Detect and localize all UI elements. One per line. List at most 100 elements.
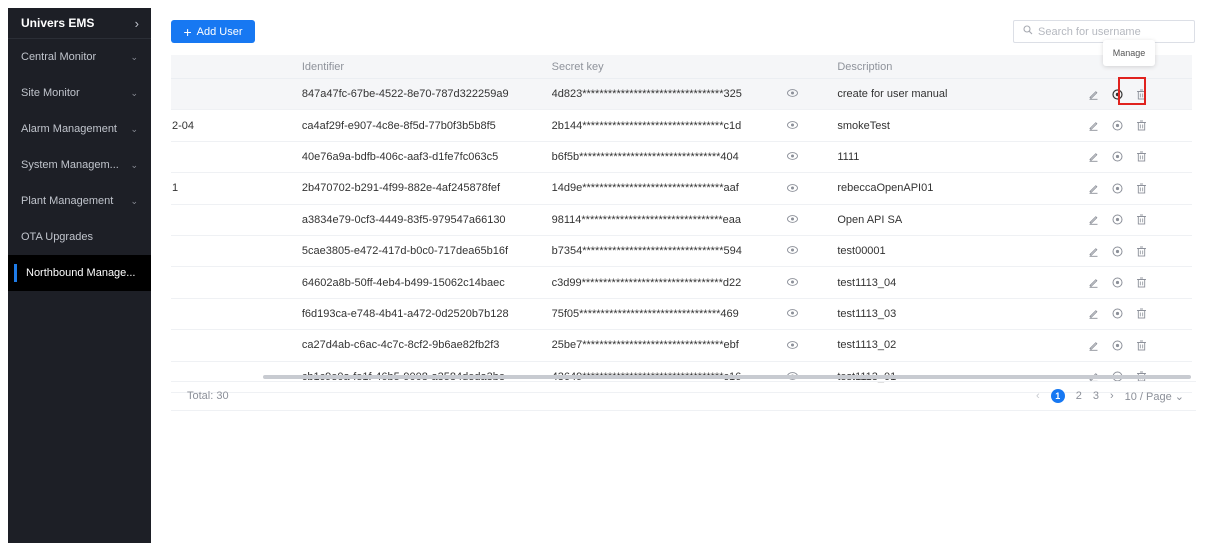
cell-secret-key: c3d99*********************************d2… [551, 276, 742, 289]
page-button[interactable]: 2 [1076, 390, 1082, 402]
sidebar-item-central-monitor[interactable]: Central Monitor ⌄ [8, 39, 151, 75]
manage-icon[interactable] [1112, 183, 1123, 194]
manage-icon[interactable] [1112, 277, 1123, 288]
highlight-box [1118, 77, 1146, 105]
cell-identifier: 2b470702-b291-4f99-882e-4af245878fef [301, 182, 501, 195]
edit-icon[interactable] [1088, 277, 1099, 288]
eye-icon[interactable] [787, 308, 799, 319]
sidebar-item-label: Alarm Management [21, 123, 117, 135]
cell-identifier: ca27d4ab-c6ac-4c7c-8cf2-9b6ae82fb2f3 [301, 339, 500, 352]
cell-description: create for user manual [837, 88, 948, 101]
sidebar-item-system-management[interactable]: System Managem... ⌄ [8, 147, 151, 183]
delete-icon[interactable] [1136, 120, 1147, 131]
manage-icon[interactable] [1112, 151, 1123, 162]
delete-icon[interactable] [1136, 308, 1147, 319]
chevron-down-icon: ⌄ [130, 51, 138, 62]
cell-name-partial: 1 [172, 182, 179, 195]
manage-icon[interactable] [1112, 340, 1123, 351]
delete-icon[interactable] [1136, 183, 1147, 194]
delete-icon[interactable] [1136, 277, 1147, 288]
edit-icon[interactable] [1088, 214, 1099, 226]
horizontal-scrollbar[interactable] [263, 375, 1191, 379]
table-header: Identifier Secret key Description [171, 55, 1192, 79]
next-page-icon[interactable]: › [1110, 390, 1114, 402]
eye-icon[interactable] [787, 214, 799, 225]
sidebar: Univers EMS › Central Monitor ⌄ Site Mon… [8, 8, 151, 543]
eye-icon[interactable] [787, 151, 799, 162]
cell-description: 1111 [837, 150, 860, 163]
total-count: Total: 30 [187, 390, 229, 402]
cell-identifier: a3834e79-0cf3-4449-83f5-979547a66130 [301, 213, 506, 226]
eye-icon[interactable] [787, 88, 799, 99]
eye-icon[interactable] [787, 182, 799, 193]
eye-icon[interactable] [787, 339, 799, 350]
edit-icon[interactable] [1088, 340, 1099, 351]
sidebar-item-plant-management[interactable]: Plant Management ⌄ [8, 183, 151, 219]
manage-tooltip: Manage [1103, 40, 1155, 66]
prev-page-icon[interactable]: ‹ [1036, 390, 1040, 402]
sidebar-item-label: System Managem... [21, 159, 119, 171]
row-actions [1087, 214, 1192, 226]
table-row: 847a47fc-67be-4522-8e70-787d322259a9 4d82… [171, 79, 1192, 111]
cell-description: rebeccaOpenAPI01 [837, 182, 934, 195]
table-row: a3834e79-0cf3-4449-83f5-979547a66130 9811… [171, 205, 1192, 236]
eye-icon[interactable] [787, 245, 799, 256]
sidebar-item-northbound-management[interactable]: Northbound Manage... [8, 255, 151, 291]
table-row: 1 2b470702-b291-4f99-882e-4af245878fef 14d… [171, 173, 1192, 205]
page-button-current[interactable]: 1 [1050, 389, 1065, 403]
table-row: f6d193ca-e748-4b41-a472-0d2520b7b128 75f0… [171, 299, 1192, 331]
edit-icon[interactable] [1088, 308, 1099, 320]
edit-icon[interactable] [1088, 151, 1099, 163]
table-footer: Total: 30 ‹ 1 2 3 › 10 / Page ⌄ [171, 381, 1196, 411]
sidebar-header[interactable]: Univers EMS › [8, 8, 151, 39]
cell-description: smokeTest [837, 119, 890, 132]
add-user-button[interactable]: + Add User [171, 20, 255, 43]
cell-secret-key: b6f5b*********************************40… [551, 150, 739, 163]
sidebar-item-alarm-management[interactable]: Alarm Management ⌄ [8, 111, 151, 147]
delete-icon[interactable] [1136, 340, 1147, 351]
cell-secret-key: 14d9e*********************************aa… [551, 182, 739, 195]
cell-name-partial: 2-04 [172, 119, 195, 132]
delete-icon[interactable] [1136, 151, 1147, 162]
users-table: Identifier Secret key Description 847a47… [171, 55, 1192, 393]
search-icon [1023, 25, 1033, 38]
table-row: 40e76a9a-bdfb-406c-aaf3-d1fe7fc063c5 b6f5… [171, 142, 1192, 174]
manage-icon[interactable] [1112, 246, 1123, 257]
cell-secret-key: 25be7*********************************eb… [551, 339, 739, 352]
sidebar-item-label: Plant Management [21, 195, 114, 207]
edit-icon[interactable] [1088, 183, 1099, 194]
cell-secret-key: 75f05*********************************46… [551, 307, 739, 320]
manage-icon[interactable] [1112, 308, 1123, 319]
edit-icon[interactable] [1088, 120, 1099, 131]
manage-icon[interactable] [1112, 214, 1123, 225]
row-actions [1087, 151, 1192, 163]
manage-icon[interactable] [1112, 120, 1123, 131]
table-row: ca27d4ab-c6ac-4c7c-8cf2-9b6ae82fb2f3 25be… [171, 330, 1192, 362]
cell-secret-key: 2b144*********************************c1… [551, 119, 742, 132]
chevron-down-icon: ⌄ [130, 123, 138, 134]
cell-identifier: 5cae3805-e472-417d-b0c0-717dea65b16f [301, 245, 508, 258]
search-input[interactable] [1038, 25, 1178, 38]
header-description: Description [837, 60, 893, 73]
pagination: ‹ 1 2 3 › 10 / Page ⌄ [1036, 389, 1196, 403]
cell-secret-key: b7354*********************************59… [551, 245, 742, 258]
header-secret-key: Secret key [551, 60, 604, 73]
cell-identifier: f6d193ca-e748-4b41-a472-0d2520b7b128 [301, 307, 509, 320]
cell-identifier: 64602a8b-50ff-4eb4-b499-15062c14baec [301, 276, 505, 289]
sidebar-item-label: Site Monitor [21, 87, 80, 99]
row-actions [1087, 277, 1192, 288]
chevron-right-icon[interactable]: › [135, 16, 139, 31]
plus-icon: + [183, 23, 192, 40]
page-button[interactable]: 3 [1093, 390, 1099, 402]
delete-icon[interactable] [1136, 246, 1147, 257]
add-user-label: Add User [196, 25, 243, 38]
page-size-select[interactable]: 10 / Page ⌄ [1125, 390, 1184, 403]
sidebar-item-site-monitor[interactable]: Site Monitor ⌄ [8, 75, 151, 111]
edit-icon[interactable] [1088, 89, 1099, 100]
eye-icon[interactable] [787, 276, 799, 287]
edit-icon[interactable] [1088, 246, 1099, 257]
delete-icon[interactable] [1136, 214, 1147, 225]
eye-icon[interactable] [787, 119, 799, 130]
page-size-label: 10 / Page [1124, 390, 1172, 403]
sidebar-item-ota-upgrades[interactable]: OTA Upgrades [8, 219, 151, 255]
